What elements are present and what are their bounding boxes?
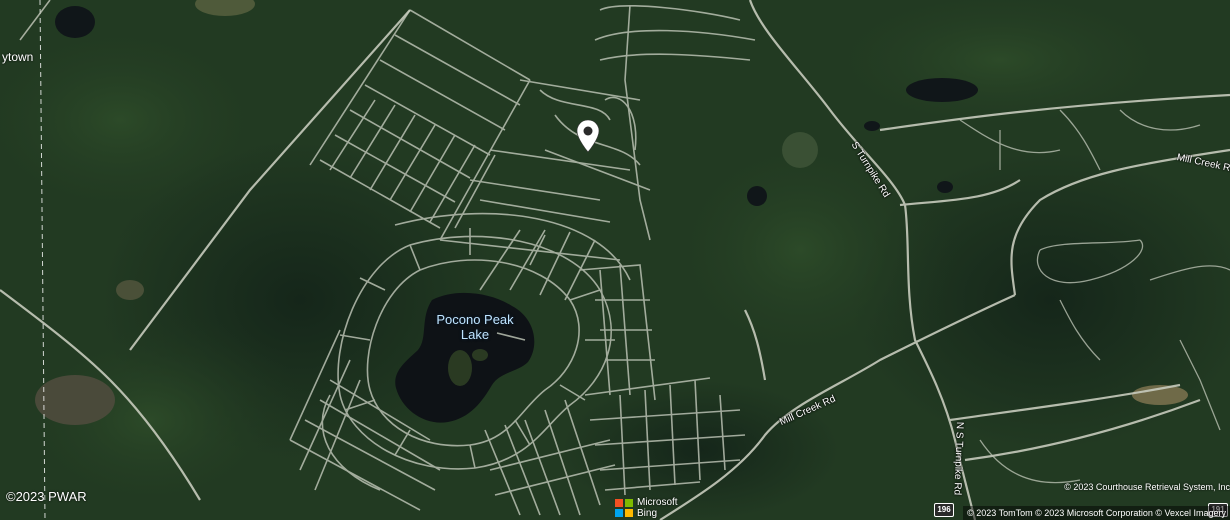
- map-canvas[interactable]: ytown Pocono Peak Lake S Turnpike Rd N S…: [0, 0, 1230, 520]
- brand-line2: Bing: [637, 508, 658, 519]
- lake-label: Pocono Peak Lake: [432, 312, 518, 342]
- location-pin-icon[interactable]: [576, 119, 600, 153]
- copyright-imagery[interactable]: © 2023 TomTom © 2023 Microsoft Corporati…: [963, 506, 1230, 520]
- satellite-imagery: [0, 0, 1230, 520]
- watermark: ©2023 PWAR: [6, 489, 87, 504]
- lake-label-line2: Lake: [460, 327, 490, 342]
- brand-line1: Microsoft: [637, 497, 678, 508]
- lake-label-line1: Pocono Peak: [436, 312, 514, 327]
- town-label: ytown: [2, 50, 34, 64]
- microsoft-logo-icon: [615, 499, 633, 517]
- bing-brand[interactable]: Microsoft Bing: [615, 497, 678, 519]
- brand-text: Microsoft Bing: [637, 497, 678, 519]
- copyright-courthouse: © 2023 Courthouse Retrieval System, Inc: [1064, 482, 1230, 492]
- route-shield-196: 196: [934, 503, 954, 517]
